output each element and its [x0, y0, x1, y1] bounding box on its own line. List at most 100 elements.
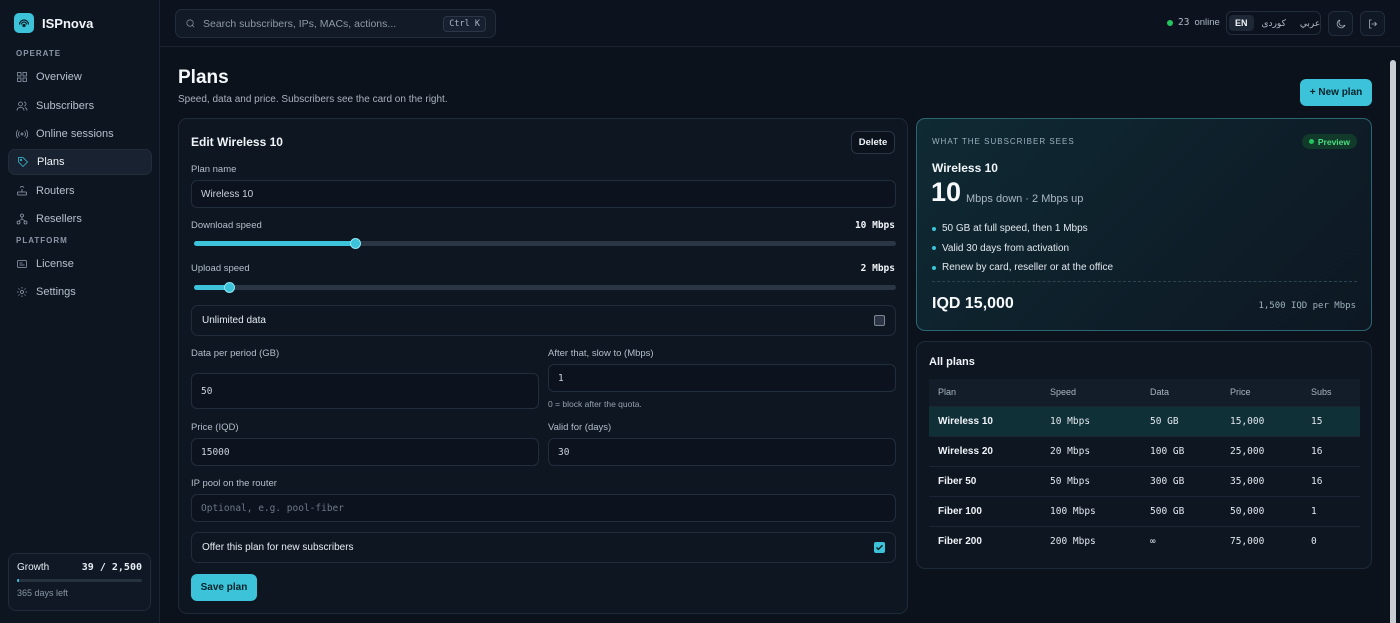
unlimited-data-checkbox[interactable] [874, 315, 885, 326]
grid-icon [17, 72, 27, 82]
table-row[interactable]: Fiber 50 50 Mbps 300 GB 35,000 16 [929, 465, 1360, 496]
cell-price: 25,000 [1221, 435, 1302, 466]
upload-speed-value: 2 Mbps [860, 263, 895, 274]
preview-divider [932, 281, 1357, 282]
sidebar-item-subscribers[interactable]: Subscribers [8, 93, 152, 119]
growth-count: 39 / 2,500 [81, 562, 142, 573]
cell-plan: Wireless 10 [929, 405, 1041, 436]
brand-name: ISPnova [42, 15, 94, 31]
language-en[interactable]: EN [1229, 15, 1254, 31]
cell-price: 15,000 [1221, 405, 1302, 436]
table-row[interactable]: Fiber 100 100 Mbps 500 GB 50,000 1 [929, 495, 1360, 526]
unlimited-data-row[interactable]: Unlimited data [191, 305, 896, 336]
table-row[interactable]: Wireless 10 10 Mbps 50 GB 15,000 15 [929, 405, 1360, 436]
data-per-period-input[interactable] [191, 373, 539, 409]
slow-to-hint: 0 = block after the quota. [548, 399, 642, 409]
sidebar-item-settings[interactable]: Settings [8, 279, 152, 305]
sidebar-item-label: Subscribers [36, 100, 95, 112]
price-label: Price (IQD) [191, 422, 239, 433]
cell-data: 100 GB [1141, 435, 1221, 466]
search-box[interactable]: Ctrl K [175, 9, 496, 38]
offer-plan-checkbox[interactable] [874, 542, 885, 553]
sidebar-item-plans[interactable]: Plans [8, 149, 152, 175]
cell-subs: 1 [1302, 495, 1360, 526]
online-label: online [1194, 17, 1220, 28]
download-speed-value: 10 Mbps [854, 220, 895, 231]
table-row[interactable]: Fiber 200 200 Mbps ∞ 75,000 0 [929, 525, 1360, 556]
cell-data: ∞ [1141, 525, 1221, 556]
page-scrollbar[interactable] [1388, 48, 1398, 623]
bullet-icon [932, 246, 936, 251]
slow-to-input[interactable] [548, 364, 896, 392]
language-switcher: EN کوردی عربي [1226, 11, 1321, 35]
sidebar-item-license[interactable]: License [8, 251, 152, 277]
download-speed-slider[interactable] [194, 238, 896, 249]
cell-speed: 20 Mbps [1041, 435, 1141, 466]
new-plan-button[interactable]: + New plan [1300, 79, 1372, 106]
preview-features: 50 GB at full speed, then 1 Mbps Valid 3… [932, 219, 1113, 278]
delete-button[interactable]: Delete [851, 131, 895, 154]
list-item: Valid 30 days from activation [932, 239, 1113, 259]
sidebar: ISPnova OPERATE Overview Subscribers Onl… [0, 0, 160, 623]
list-item: 50 GB at full speed, then 1 Mbps [932, 219, 1113, 239]
feature-text: Valid 30 days from activation [942, 242, 1070, 254]
cell-data: 50 GB [1141, 405, 1221, 436]
broadcast-icon [16, 129, 28, 139]
sidebar-item-overview[interactable]: Overview [8, 64, 152, 90]
price-input[interactable] [191, 438, 539, 466]
download-speed-label: Download speed [191, 220, 262, 231]
sidebar-item-label: Online sessions [36, 128, 114, 140]
bullet-icon [932, 226, 936, 231]
offer-plan-label: Offer this plan for new subscribers [202, 542, 354, 553]
logout-icon [1368, 19, 1377, 28]
offer-plan-row[interactable]: Offer this plan for new subscribers [191, 532, 896, 563]
sidebar-item-label: Plans [37, 156, 65, 168]
cell-plan: Fiber 200 [929, 525, 1041, 556]
cell-price: 75,000 [1221, 525, 1302, 556]
preview-plan-name: Wireless 10 [932, 161, 998, 175]
slow-to-label: After that, slow to (Mbps) [548, 348, 654, 359]
download-slider-handle[interactable] [350, 238, 362, 249]
preview-badge: Preview [1301, 134, 1357, 149]
brand[interactable]: ISPnova [14, 13, 93, 33]
sidebar-item-label: Overview [36, 71, 82, 83]
topbar: Ctrl K 23 online EN کوردی عربي [160, 0, 1400, 47]
nav-section-operate: OPERATE [16, 49, 62, 58]
growth-progress-bar [17, 579, 142, 582]
search-shortcut: Ctrl K [443, 15, 486, 32]
sidebar-item-label: License [36, 258, 74, 270]
theme-toggle-button[interactable] [1328, 11, 1353, 36]
page-subtitle: Speed, data and price. Subscribers see t… [178, 94, 448, 105]
online-count: 23 [1178, 17, 1190, 28]
plan-name-input[interactable] [191, 180, 896, 208]
language-arabic[interactable]: عربي [1294, 15, 1326, 32]
sidebar-item-online-sessions[interactable]: Online sessions [8, 121, 152, 147]
cell-data: 500 GB [1141, 495, 1221, 526]
upload-slider-handle[interactable] [224, 282, 236, 293]
sidebar-item-label: Settings [36, 286, 76, 298]
save-plan-button[interactable]: Save plan [191, 574, 257, 601]
column-header-price: Price [1221, 379, 1302, 406]
unlimited-data-label: Unlimited data [202, 315, 266, 326]
brand-logo-icon [14, 13, 34, 33]
logout-button[interactable] [1360, 11, 1385, 36]
cell-subs: 16 [1302, 435, 1360, 466]
sidebar-item-resellers[interactable]: Resellers [8, 206, 152, 232]
page-title: Plans [178, 67, 229, 88]
valid-for-input[interactable] [548, 438, 896, 466]
sidebar-item-routers[interactable]: Routers [8, 178, 152, 204]
column-header-speed: Speed [1041, 379, 1141, 406]
cell-subs: 15 [1302, 405, 1360, 436]
table-row[interactable]: Wireless 20 20 Mbps 100 GB 25,000 16 [929, 435, 1360, 466]
users-icon [16, 101, 28, 111]
upload-speed-slider[interactable] [194, 282, 896, 293]
column-header-subs: Subs [1302, 379, 1360, 406]
gear-icon [17, 287, 27, 297]
plans-table: Plan Speed Data Price Subs Wireless 10 1… [929, 379, 1360, 556]
ip-pool-input[interactable] [191, 494, 896, 522]
growth-widget: Growth 39 / 2,500 365 days left [8, 553, 151, 611]
search-input[interactable] [203, 17, 437, 30]
scrollbar-thumb[interactable] [1390, 60, 1396, 623]
preview-download-number: 10 [931, 177, 962, 207]
language-kurdish[interactable]: کوردی [1256, 15, 1292, 32]
